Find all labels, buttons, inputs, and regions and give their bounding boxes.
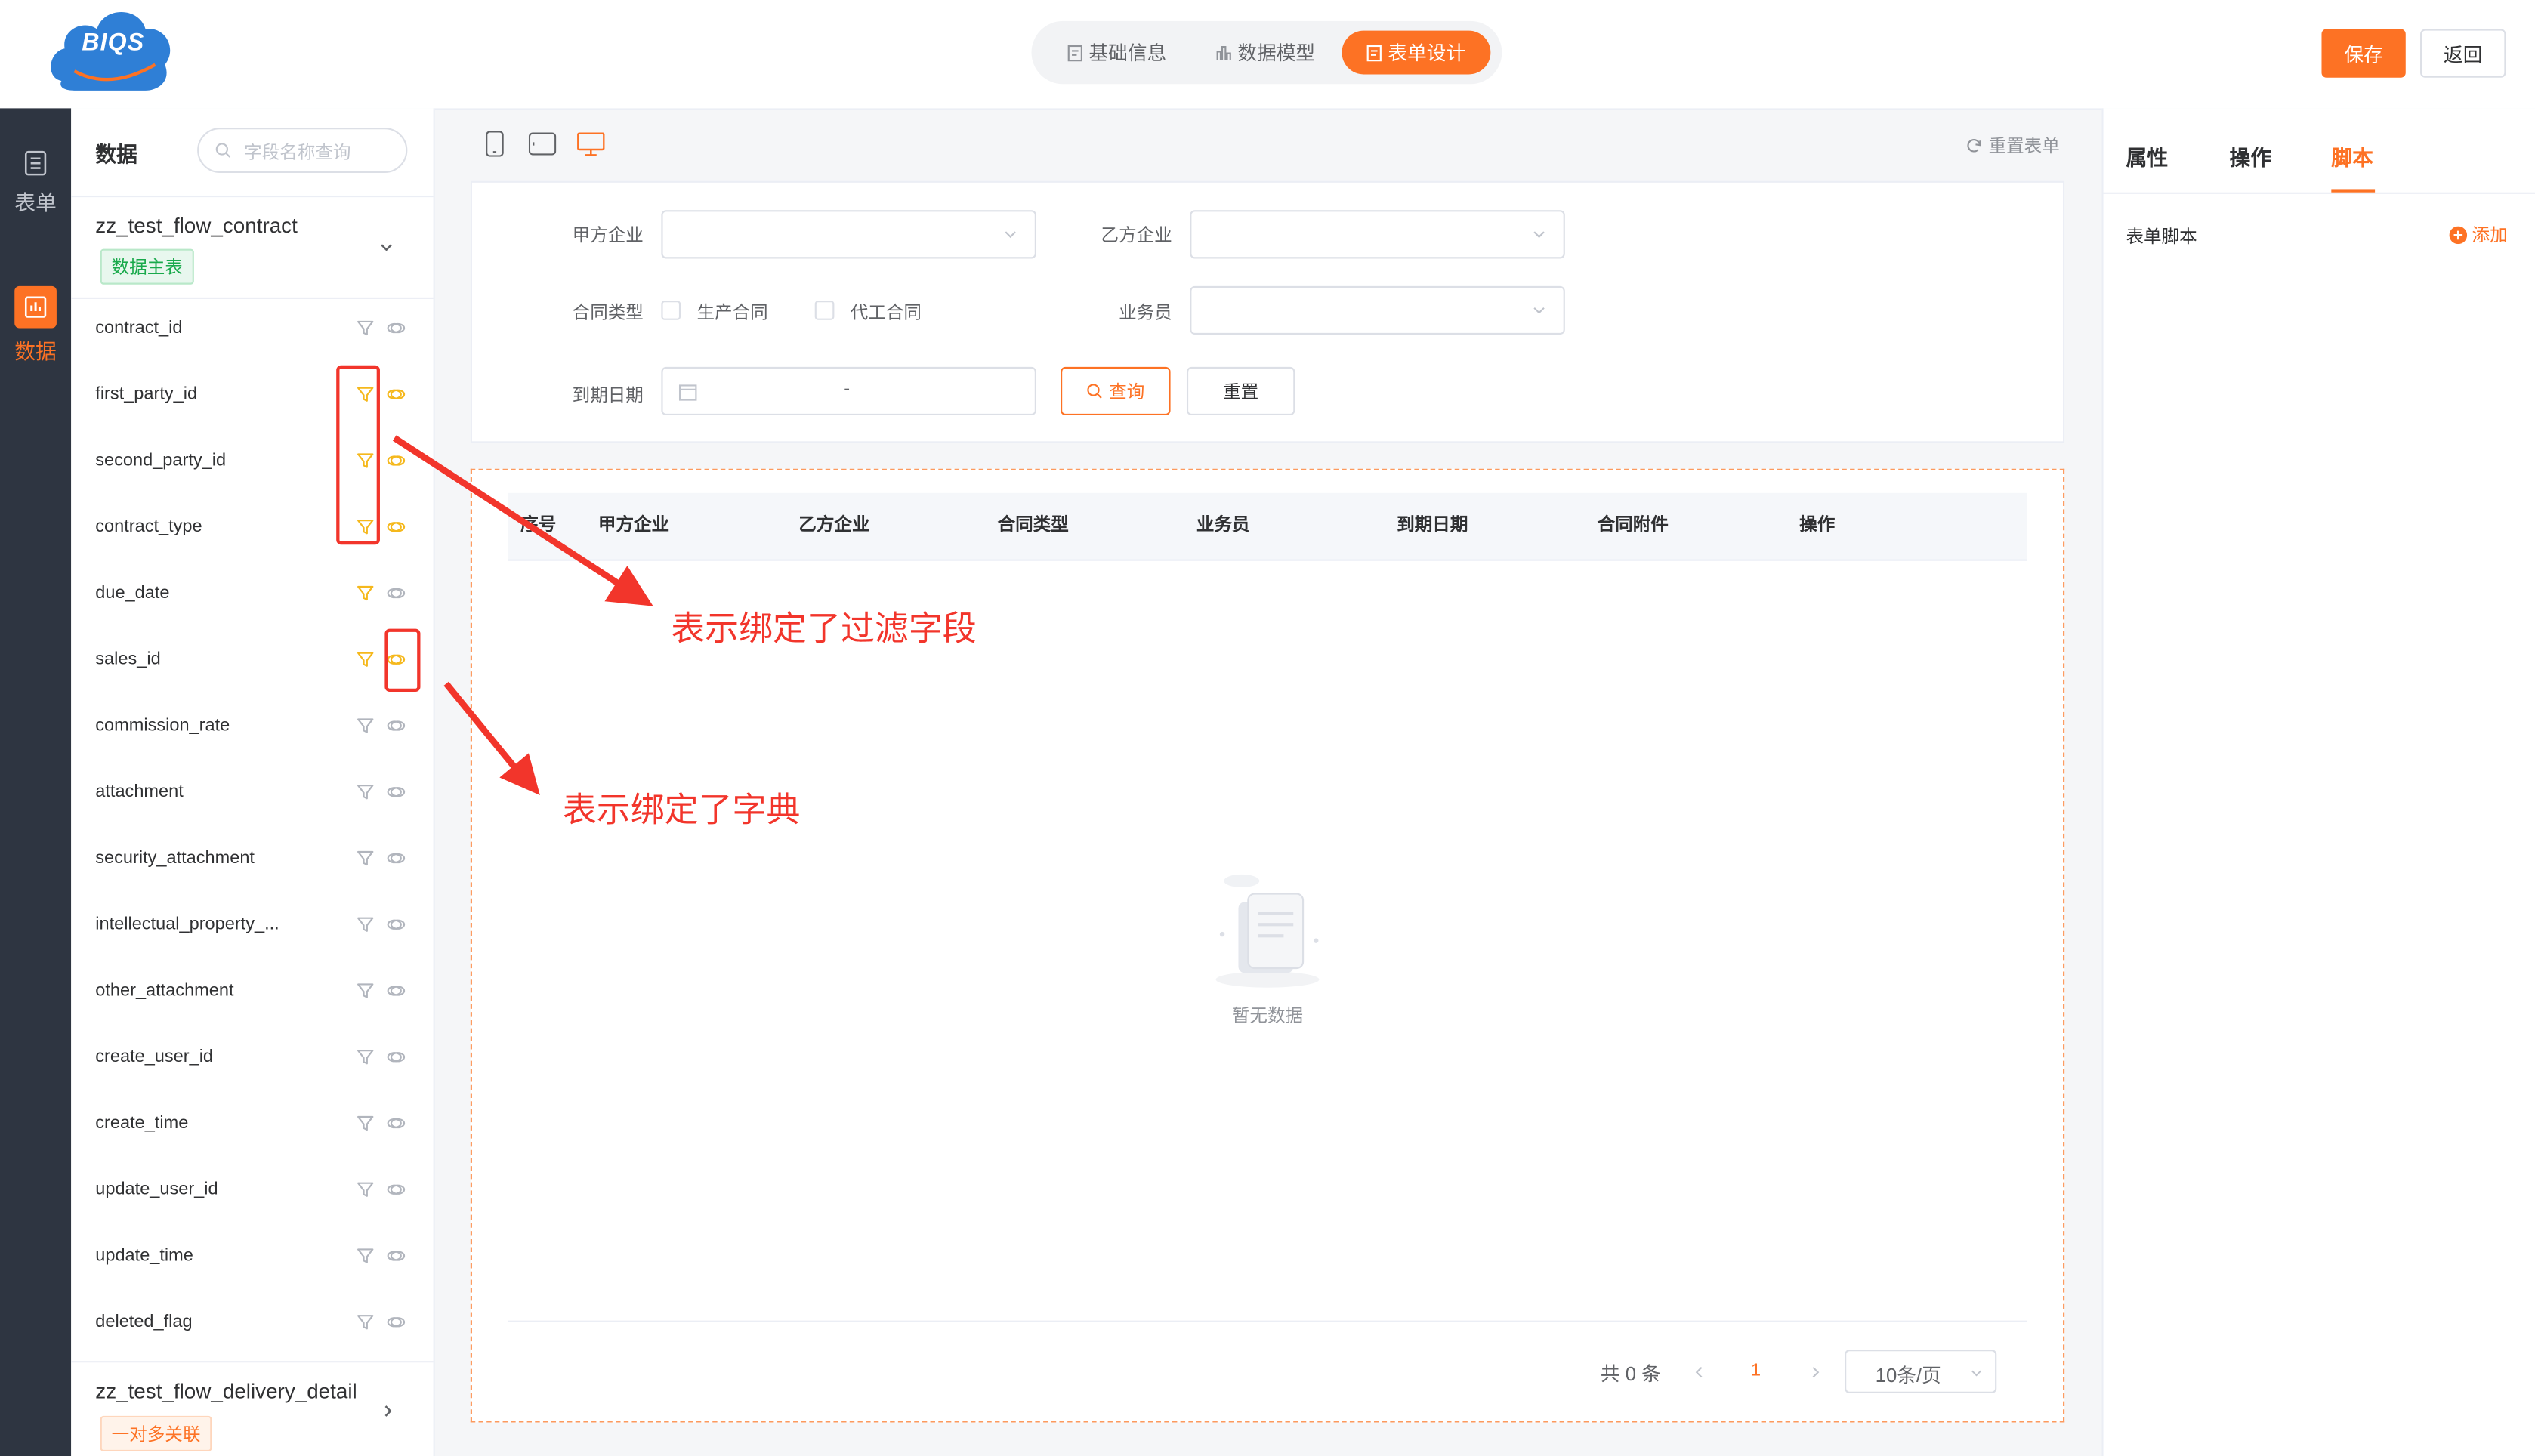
annotation-arrows <box>392 435 653 796</box>
filter-annotation: 表示绑定了过滤字段 <box>671 609 977 649</box>
dict-annotation: 表示绑定了字典 <box>562 790 801 829</box>
